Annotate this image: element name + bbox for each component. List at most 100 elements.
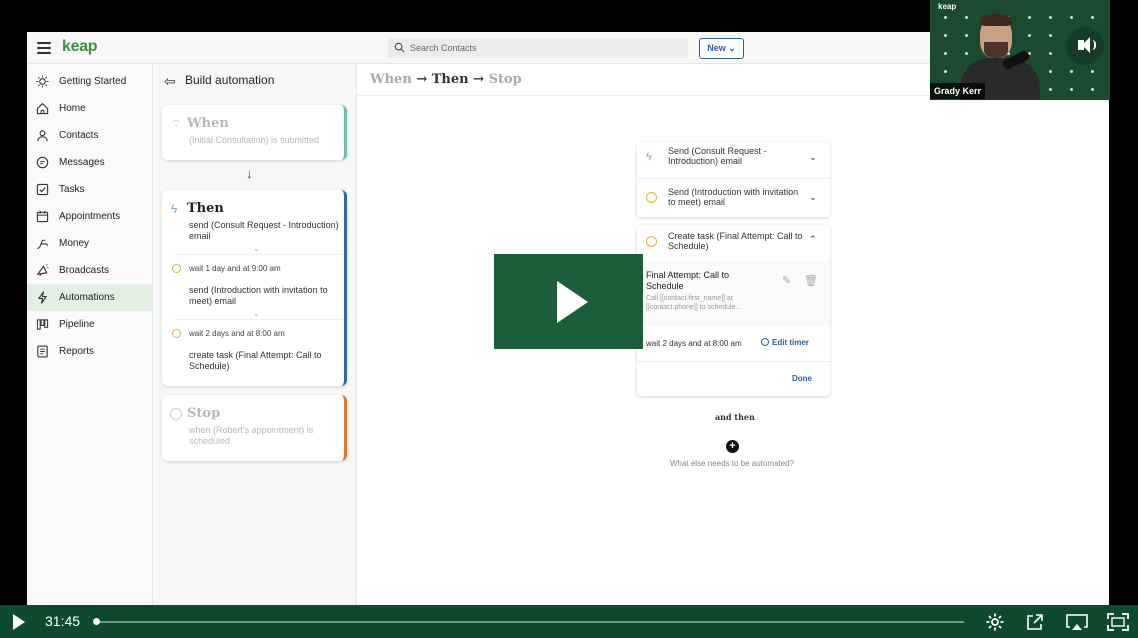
trash-icon[interactable]: 🗑: [804, 274, 818, 287]
sidebar-item-automations[interactable]: Automations: [27, 284, 153, 311]
task-title: Final Attempt: Call to Schedule: [646, 270, 730, 291]
pattern-dot: [1049, 34, 1052, 37]
crumb-arrow: →: [473, 72, 485, 87]
add-step-button[interactable]: +: [726, 440, 739, 453]
sidebar-item-messages[interactable]: Messages: [27, 149, 153, 176]
clock-icon: [761, 338, 769, 346]
down-arrow-icon: ↓: [246, 166, 253, 181]
search-placeholder: Search Contacts: [410, 43, 477, 53]
sidebar-item-label: Getting Started: [59, 76, 127, 87]
edit-icon[interactable]: ✎: [782, 274, 791, 287]
divider: [637, 361, 830, 362]
home-icon: [36, 102, 49, 115]
step-list-panel: ϟ Send (Consult Request - Introduction) …: [637, 142, 830, 217]
keap-logo: keap: [62, 38, 98, 55]
search-input[interactable]: Search Contacts: [388, 38, 688, 58]
sidebar-item-broadcasts[interactable]: Broadcasts: [27, 257, 153, 284]
step-row-label: Create task (Final Attempt: Call to Sche…: [668, 231, 803, 251]
edit-timer-label: Edit timer: [772, 338, 809, 347]
step-row-introduction[interactable]: Send (Introduction with invitation to me…: [637, 179, 830, 217]
pattern-dot: [1049, 70, 1052, 73]
big-play-button[interactable]: [494, 254, 643, 349]
settings-gear-icon[interactable]: [985, 612, 1005, 632]
builder-title: Build automation: [185, 73, 275, 87]
reports-icon: [37, 345, 48, 358]
then-card[interactable]: ϟ Then send (Consult Request - Introduct…: [162, 190, 347, 386]
checkbox-icon: [36, 183, 49, 196]
search-icon: [394, 42, 405, 53]
clock-icon: [646, 236, 657, 247]
stop-icon: [170, 408, 182, 420]
keap-logo: keap: [938, 2, 957, 11]
sidebar-item-getting-started[interactable]: Getting Started: [27, 68, 153, 95]
breadcrumb: When → Then → Stop: [370, 72, 522, 87]
pattern-dot: [1049, 16, 1052, 19]
stop-title: Stop: [187, 406, 221, 421]
new-button[interactable]: New ⌄: [699, 38, 744, 59]
pattern-dot: [1091, 88, 1094, 91]
when-card[interactable]: ⌔ When (Initial Consultation) is submitt…: [162, 105, 347, 160]
crumb-then[interactable]: Then: [432, 72, 469, 87]
when-title: When: [187, 116, 229, 131]
back-arrow-icon[interactable]: ⇦: [164, 73, 176, 90]
chevron-down-icon: ⌄: [253, 309, 260, 318]
step-row-label: Send (Consult Request - Introduction) em…: [668, 146, 767, 166]
broadcast-icon: [36, 264, 49, 276]
sidebar-item-label: Reports: [59, 346, 95, 357]
hamburger-menu-icon[interactable]: [37, 42, 51, 54]
share-icon[interactable]: [1025, 612, 1045, 632]
done-button[interactable]: Done: [792, 374, 812, 383]
sidebar-item-label: Tasks: [59, 184, 85, 195]
sidebar-item-money[interactable]: Money: [27, 230, 153, 257]
sidebar-item-contacts[interactable]: Contacts: [27, 122, 153, 149]
crumb-stop[interactable]: Stop: [489, 72, 522, 87]
sidebar-item-tasks[interactable]: Tasks: [27, 176, 153, 203]
sidebar-item-pipeline[interactable]: Pipeline: [27, 311, 153, 338]
sidebar-item-home[interactable]: Home: [27, 95, 153, 122]
volume-button[interactable]: [1066, 27, 1104, 65]
airplay-icon[interactable]: [1065, 612, 1089, 632]
divider: [174, 254, 344, 255]
progress-handle[interactable]: [93, 618, 100, 625]
step-row-consult-request[interactable]: ϟ Send (Consult Request - Introduction) …: [637, 142, 830, 179]
pattern-dot: [965, 16, 968, 19]
chevron-down-icon[interactable]: ⌄: [809, 152, 817, 163]
pattern-dot: [1028, 16, 1031, 19]
pattern-dot: [944, 70, 947, 73]
sidebar-item-appointments[interactable]: Appointments: [27, 203, 153, 230]
fullscreen-icon[interactable]: [1106, 612, 1130, 632]
speaker-cone: [1082, 37, 1090, 53]
and-then-label: and then: [715, 412, 755, 422]
edit-timer-button[interactable]: Edit timer: [761, 338, 809, 347]
pattern-dot: [965, 34, 968, 37]
clock-icon: [172, 264, 181, 273]
sidebar-item-label: Broadcasts: [59, 265, 110, 276]
current-time: 31:45: [45, 613, 81, 629]
sidebar-item-reports[interactable]: Reports: [27, 338, 153, 365]
pattern-dot: [1091, 16, 1094, 19]
progress-track[interactable]: [97, 621, 964, 623]
clock-icon: [172, 329, 181, 338]
then-step-1: send (Consult Request - Introduction) em…: [189, 220, 339, 241]
chevron-down-icon[interactable]: ⌄: [809, 192, 817, 203]
crumb-when[interactable]: When: [370, 72, 412, 87]
sidebar-item-label: Messages: [59, 157, 105, 168]
lightbulb-icon: [36, 75, 49, 88]
play-icon[interactable]: [13, 614, 25, 630]
pattern-dot: [1070, 88, 1073, 91]
sidebar-item-label: Automations: [59, 292, 115, 303]
pattern-dot: [965, 52, 968, 55]
sidebar-nav: Getting Started Home Contacts Messages T…: [27, 64, 153, 605]
builder-header: ⇦ Build automation: [153, 64, 357, 96]
sidebar-item-label: Appointments: [59, 211, 121, 222]
calendar-icon: [36, 210, 49, 223]
pipeline-icon: [36, 319, 49, 330]
person-icon: [37, 130, 48, 142]
sidebar-item-label: Home: [59, 103, 86, 114]
divider: [174, 319, 344, 320]
money-icon: [37, 239, 49, 250]
chevron-up-icon[interactable]: ⌃: [809, 234, 817, 245]
pattern-dot: [1070, 70, 1073, 73]
video-player: keap Search Contacts New ⌄ Getting Start…: [0, 0, 1138, 638]
stop-card[interactable]: Stop when (Robert's appointment) is sche…: [162, 395, 347, 461]
